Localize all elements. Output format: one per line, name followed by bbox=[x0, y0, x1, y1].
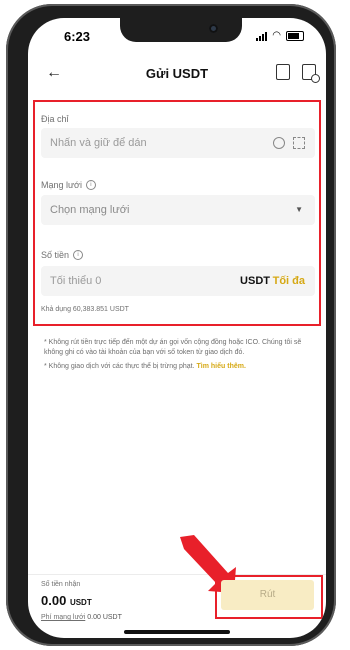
receive-amount: 0.00 USDT bbox=[41, 593, 92, 608]
amount-unit: USDT bbox=[240, 275, 270, 287]
note-ico: * Không rút tiền trực tiếp đến một dự án… bbox=[44, 339, 302, 356]
network-value: Chọn mạng lưới bbox=[50, 204, 130, 216]
app-screen: 6:23 ◠ ← Gửi USDT Địa chỉ Nhấn và giữ để… bbox=[28, 18, 326, 638]
phone-notch bbox=[120, 18, 242, 42]
amount-input[interactable]: Tối thiểu 0 USDT Tối đa bbox=[41, 266, 315, 296]
fee-label[interactable]: Phí mạng lưới bbox=[41, 614, 85, 621]
app-header: ← Gửi USDT bbox=[28, 60, 326, 88]
withdraw-button[interactable]: Rút bbox=[221, 580, 314, 610]
phone-frame: 6:23 ◠ ← Gửi USDT Địa chỉ Nhấn và giữ để… bbox=[6, 4, 336, 646]
learn-more-link[interactable]: Tìm hiểu thêm. bbox=[197, 363, 246, 370]
amount-label: Số tiền i bbox=[41, 250, 84, 260]
signal-icon bbox=[256, 31, 268, 41]
receive-label: Số tiền nhận bbox=[41, 581, 81, 588]
info-icon[interactable]: i bbox=[85, 180, 96, 190]
camera-icon bbox=[209, 24, 218, 33]
note-sanctions: * Không giao dịch với các thực thể bị tr… bbox=[44, 363, 246, 370]
address-book-icon[interactable] bbox=[276, 64, 290, 80]
network-fee: Phí mạng lưới 0.00 USDT bbox=[41, 614, 122, 621]
wifi-icon: ◠ bbox=[272, 30, 281, 41]
max-button[interactable]: Tối đa bbox=[273, 275, 305, 287]
amount-placeholder: Tối thiểu 0 bbox=[50, 275, 102, 287]
status-icons: ◠ bbox=[256, 30, 304, 41]
scan-qr-icon[interactable] bbox=[293, 137, 305, 149]
notes: * Không rút tiền trực tiếp đến một dự án… bbox=[44, 338, 310, 376]
contact-icon[interactable] bbox=[273, 137, 285, 149]
address-input[interactable]: Nhấn và giữ để dán bbox=[41, 128, 315, 158]
info-icon[interactable]: i bbox=[73, 250, 84, 260]
fee-value: 0.00 USDT bbox=[87, 614, 122, 621]
chevron-down-icon: ▼ bbox=[295, 205, 303, 214]
home-indicator bbox=[124, 630, 230, 634]
address-label: Địa chỉ bbox=[41, 114, 69, 124]
battery-icon bbox=[286, 30, 304, 41]
address-placeholder: Nhấn và giữ để dán bbox=[50, 137, 147, 149]
network-label: Mạng lưới i bbox=[41, 180, 96, 190]
history-doc-icon[interactable] bbox=[302, 64, 320, 83]
network-select[interactable]: Chọn mạng lưới ▼ bbox=[41, 195, 315, 225]
available-balance: Khả dụng 60,383.851 USDT bbox=[41, 306, 129, 313]
status-time: 6:23 bbox=[64, 29, 91, 44]
